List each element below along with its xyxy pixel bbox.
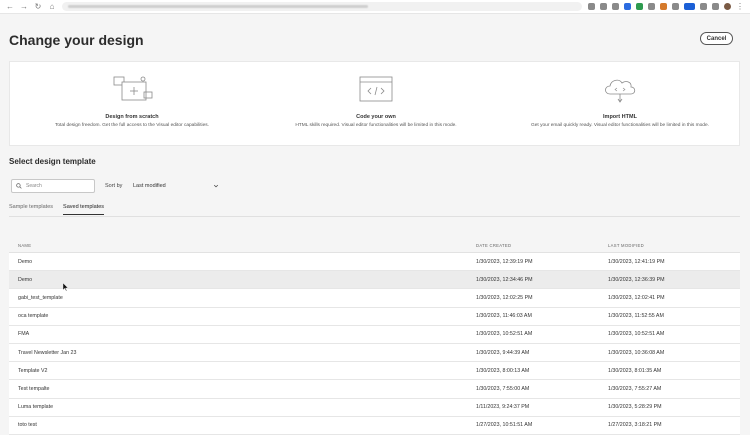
- last-modified: 1/30/2023, 5:28:29 PM: [608, 404, 662, 411]
- template-name: toto test: [18, 422, 37, 429]
- date-created: 1/30/2023, 12:02:25 PM: [476, 294, 533, 301]
- last-modified: 1/30/2023, 11:52:55 AM: [608, 313, 664, 320]
- table-header: NAME DATE CREATED LAST MODIFIED: [9, 239, 740, 253]
- last-modified: 1/30/2023, 10:52:51 AM: [608, 331, 665, 338]
- last-modified: 1/30/2023, 12:36:39 PM: [608, 276, 665, 283]
- table-row[interactable]: Travel Newsletter Jan 23 1/30/2023, 9:44…: [9, 343, 740, 363]
- column-header-date-created[interactable]: DATE CREATED: [476, 243, 608, 248]
- tabs-divider: [9, 216, 740, 217]
- template-name: FMA: [18, 331, 30, 338]
- chevron-down-icon: [213, 184, 219, 188]
- design-mode-panel: Design from scratch Total design freedom…: [9, 61, 740, 146]
- search-field[interactable]: [11, 179, 95, 193]
- template-name: Luma template: [18, 404, 54, 411]
- bookmark-icon[interactable]: [600, 3, 607, 10]
- date-created: 1/30/2023, 12:34:46 PM: [476, 276, 533, 283]
- menu-icon[interactable]: ⋮: [736, 0, 744, 14]
- template-name: Template V2: [18, 367, 48, 374]
- table-row[interactable]: Demo 1/30/2023, 12:39:19 PM 1/30/2023, 1…: [9, 253, 740, 272]
- mode-description: Get your email quickly ready. Visual edi…: [531, 123, 709, 128]
- sort-label: Sort by: [105, 183, 123, 189]
- tab-saved-templates[interactable]: Saved templates: [63, 204, 104, 215]
- mode-import-html[interactable]: Import HTML Get your email quickly ready…: [498, 62, 742, 147]
- close-extension-icon[interactable]: [612, 3, 619, 10]
- sort-value: Last modified: [133, 183, 166, 189]
- date-created: 1/30/2023, 9:44:39 AM: [476, 349, 530, 356]
- forward-icon[interactable]: →: [20, 0, 28, 14]
- template-name: oca template: [18, 313, 49, 320]
- template-tabs: Sample templates Saved templates: [9, 204, 104, 215]
- last-modified: 1/30/2023, 10:36:08 AM: [608, 349, 665, 356]
- mode-title: Import HTML: [603, 114, 637, 120]
- share-icon[interactable]: [588, 3, 595, 10]
- mode-design-from-scratch[interactable]: Design from scratch Total design freedom…: [10, 62, 254, 147]
- table-row[interactable]: FMA 1/30/2023, 10:52:51 AM 1/30/2023, 10…: [9, 325, 740, 344]
- search-input[interactable]: [26, 183, 92, 189]
- mode-title: Code your own: [356, 114, 396, 120]
- last-modified: 1/30/2023, 7:55:27 AM: [608, 385, 662, 392]
- date-created: 1/30/2023, 10:52:51 AM: [476, 331, 533, 338]
- search-icon: [16, 183, 22, 189]
- date-created: 1/11/2023, 9:24:37 PM: [476, 404, 530, 411]
- extension-orange-icon[interactable]: [660, 3, 667, 10]
- extension-pen-icon[interactable]: [672, 3, 679, 10]
- template-name: Demo: [18, 258, 33, 265]
- template-name: Travel Newsletter Jan 23: [18, 349, 77, 356]
- reload-icon[interactable]: ↻: [34, 0, 42, 14]
- section-title: Select design template: [9, 157, 96, 166]
- date-created: 1/27/2023, 10:51:51 AM: [476, 422, 533, 429]
- table-row[interactable]: Luma template 1/11/2023, 9:24:37 PM 1/30…: [9, 398, 740, 417]
- page-title: Change your design: [9, 32, 144, 48]
- template-name: gabi_test_template: [18, 294, 63, 301]
- extension-blue-icon[interactable]: [624, 3, 631, 10]
- puzzle-icon[interactable]: [700, 3, 707, 10]
- date-created: 1/30/2023, 12:39:19 PM: [476, 258, 533, 265]
- code-window-icon: [359, 76, 393, 102]
- table-row[interactable]: Demo 1/30/2023, 12:34:46 PM 1/30/2023, 1…: [9, 271, 740, 290]
- table-row[interactable]: gabi_test_template 1/30/2023, 12:02:25 P…: [9, 289, 740, 308]
- table-row[interactable]: toto test 1/27/2023, 10:51:51 AM 1/27/20…: [9, 416, 740, 435]
- table-row[interactable]: Test tempalte 1/30/2023, 7:55:00 AM 1/30…: [9, 380, 740, 399]
- table-row[interactable]: oca template 1/30/2023, 11:46:03 AM 1/30…: [9, 307, 740, 326]
- sort-dropdown[interactable]: Last modified: [133, 179, 219, 193]
- extension-grey-icon[interactable]: [648, 3, 655, 10]
- home-icon[interactable]: ⌂: [48, 0, 56, 14]
- template-name: Test tempalte: [18, 385, 50, 392]
- design-canvas-icon: [113, 76, 153, 101]
- last-modified: 1/30/2023, 8:01:35 AM: [608, 367, 662, 374]
- mode-title: Design from scratch: [105, 114, 159, 120]
- cloud-upload-icon: [605, 79, 636, 103]
- browser-toolbar: ← → ↻ ⌂ ⋮: [0, 0, 750, 14]
- avatar[interactable]: [724, 3, 731, 10]
- extension-green-icon[interactable]: [636, 3, 643, 10]
- last-modified: 1/30/2023, 12:02:41 PM: [608, 294, 665, 301]
- date-created: 1/30/2023, 11:46:03 AM: [476, 313, 532, 320]
- table-row[interactable]: Template V2 1/30/2023, 8:00:13 AM 1/30/2…: [9, 362, 740, 381]
- templates-table: NAME DATE CREATED LAST MODIFIED Demo 1/3…: [9, 239, 740, 435]
- blurred-url: [68, 5, 368, 8]
- profile-extension-icon[interactable]: [712, 3, 719, 10]
- mode-code-your-own[interactable]: Code your own HTML skills required. Visu…: [254, 62, 498, 147]
- mouse-cursor-icon: [63, 283, 68, 291]
- template-name: Demo: [18, 276, 33, 283]
- column-header-name[interactable]: NAME: [9, 243, 476, 248]
- mode-description: Total design freedom. Get the full acces…: [54, 123, 210, 128]
- page-content: Change your design Cancel Design from sc…: [0, 14, 750, 435]
- date-created: 1/30/2023, 7:55:00 AM: [476, 385, 530, 392]
- address-bar[interactable]: [62, 2, 582, 11]
- last-modified: 1/27/2023, 3:18:21 PM: [608, 422, 662, 429]
- extension-new-icon[interactable]: [684, 3, 695, 10]
- tab-sample-templates[interactable]: Sample templates: [9, 204, 53, 215]
- last-modified: 1/30/2023, 12:41:19 PM: [608, 258, 665, 265]
- column-header-last-modified[interactable]: LAST MODIFIED: [608, 243, 740, 248]
- cancel-button[interactable]: Cancel: [700, 32, 733, 45]
- date-created: 1/30/2023, 8:00:13 AM: [476, 367, 530, 374]
- extension-icons: ⋮: [588, 0, 744, 14]
- mode-description: HTML skills required. Visual editor func…: [295, 123, 457, 128]
- back-icon[interactable]: ←: [6, 0, 14, 14]
